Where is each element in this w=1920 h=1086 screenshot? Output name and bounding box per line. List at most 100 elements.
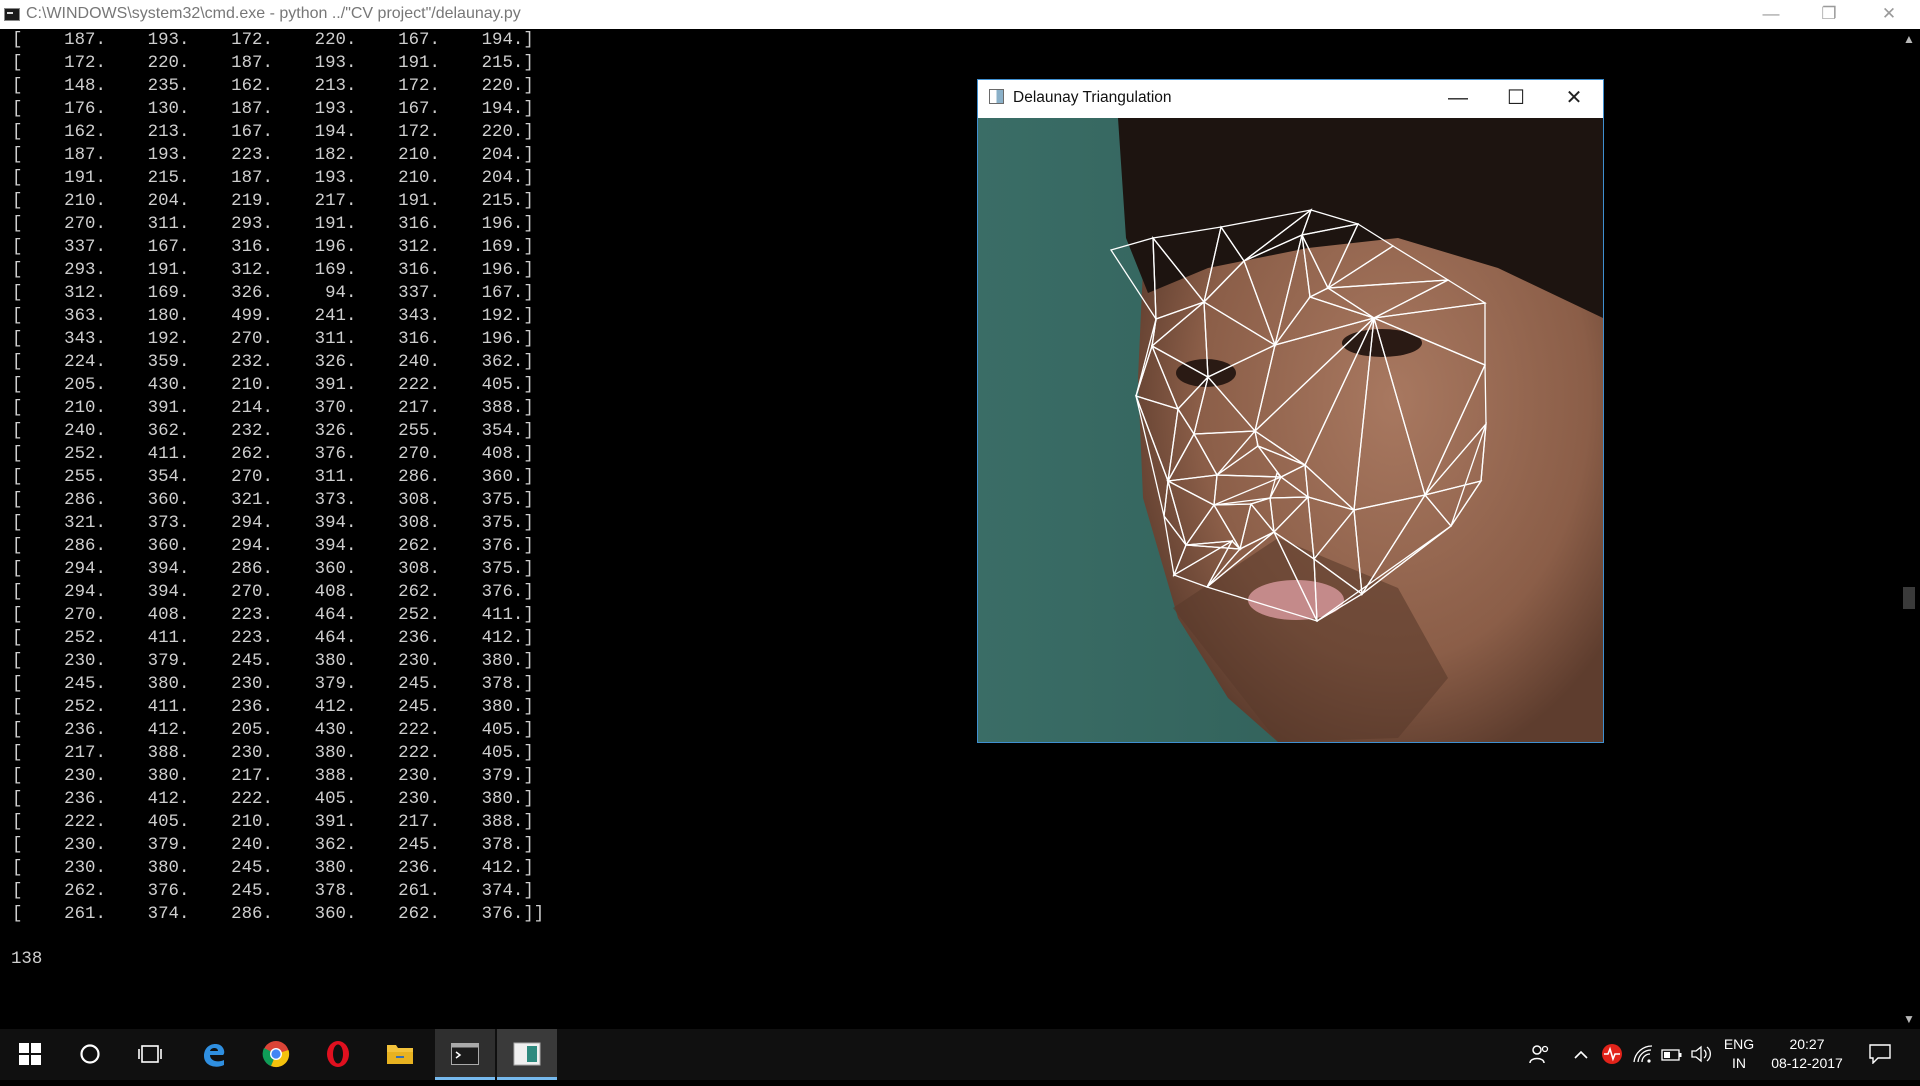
console-title: C:\WINDOWS\system32\cmd.exe - python ../… [26, 5, 521, 22]
console-row: [ 270. 408. 223. 464. 252. 411.] [12, 606, 534, 625]
scroll-thumb[interactable] [1903, 587, 1915, 609]
edge-button[interactable] [184, 1029, 244, 1080]
delaunay-window-title: Delaunay Triangulation [1013, 89, 1172, 106]
console-close-button[interactable]: ✕ [1858, 0, 1920, 29]
console-row: [ 172. 220. 187. 193. 191. 215.] [12, 54, 534, 73]
console-row: [ 337. 167. 316. 196. 312. 169.] [12, 238, 534, 257]
console-row: [ 187. 193. 223. 182. 210. 204.] [12, 146, 534, 165]
console-row: [ 205. 430. 210. 391. 222. 405.] [12, 376, 534, 395]
keyboard-lang: ENG [1723, 1036, 1755, 1052]
console-row: [ 191. 215. 187. 193. 210. 204.] [12, 169, 534, 188]
chevron-up-icon [1574, 1050, 1588, 1059]
windows-logo-icon [19, 1043, 41, 1065]
start-button[interactable] [0, 1029, 60, 1080]
console-row: [ 252. 411. 236. 412. 245. 380.] [12, 698, 534, 717]
input-language-button[interactable]: ENG IN [1716, 1029, 1762, 1080]
console-row: [ 343. 192. 270. 311. 316. 196.] [12, 330, 534, 349]
console-row: [ 224. 359. 232. 326. 240. 362.] [12, 353, 534, 372]
console-row: [ 210. 204. 219. 217. 191. 215.] [12, 192, 534, 211]
console-row: [ 148. 235. 162. 213. 172. 220.] [12, 77, 534, 96]
face-photo [978, 118, 1603, 742]
triangle-count: 138 [11, 950, 43, 969]
clock-button[interactable]: 20:27 08-12-2017 [1764, 1029, 1850, 1080]
console-restore-button[interactable]: ❐ [1800, 0, 1858, 29]
wifi-button[interactable] [1630, 1029, 1656, 1080]
array-output: [ 187. 193. 172. 220. 167. 194.] [ 172. 2… [12, 29, 544, 926]
console-row: [ 286. 360. 294. 394. 262. 376.] [12, 537, 534, 556]
keyboard-region: IN [1732, 1055, 1746, 1071]
cortana-icon [80, 1044, 100, 1064]
console-row: [ 230. 380. 217. 388. 230. 379.] [12, 767, 534, 786]
battery-icon [1661, 1049, 1682, 1061]
people-button[interactable] [1522, 1029, 1556, 1080]
opera-button[interactable] [308, 1029, 368, 1080]
opera-icon [327, 1041, 349, 1067]
edge-icon [204, 1044, 225, 1067]
console-row: [ 236. 412. 205. 430. 222. 405.] [12, 721, 534, 740]
console-row: [ 230. 379. 240. 362. 245. 378.] [12, 836, 534, 855]
console-row: [ 293. 191. 312. 169. 316. 196.] [12, 261, 534, 280]
opencv-window-icon [989, 89, 1004, 104]
console-row: [ 252. 411. 223. 464. 236. 412.] [12, 629, 534, 648]
delaunay-maximize-button[interactable]: ☐ [1487, 80, 1545, 118]
console-row: [ 261. 374. 286. 360. 262. 376.]] [12, 905, 545, 924]
console-row: [ 255. 354. 270. 311. 286. 360.] [12, 468, 534, 487]
clock-date: 08-12-2017 [1771, 1055, 1843, 1071]
taskbar: ENG IN 20:27 08-12-2017 [0, 1029, 1920, 1080]
people-icon [1529, 1045, 1549, 1064]
delaunay-minimize-button[interactable]: — [1429, 80, 1487, 118]
console-row: [ 363. 180. 499. 241. 343. 192.] [12, 307, 534, 326]
chrome-button[interactable] [246, 1029, 306, 1080]
face-image [978, 118, 1603, 742]
opencv-taskbar-button[interactable] [497, 1029, 557, 1080]
console-row: [ 187. 193. 172. 220. 167. 194.] [12, 31, 534, 50]
file-explorer-button[interactable] [370, 1029, 430, 1080]
wifi-icon [1633, 1045, 1653, 1063]
console-row: [ 162. 213. 167. 194. 172. 220.] [12, 123, 534, 142]
file-explorer-icon [387, 1045, 413, 1064]
console-row: [ 252. 411. 262. 376. 270. 408.] [12, 445, 534, 464]
volume-icon [1691, 1045, 1711, 1063]
scroll-down-button[interactable]: ▼ [1898, 1009, 1920, 1029]
console-row: [ 294. 394. 270. 408. 262. 376.] [12, 583, 534, 602]
console-row: [ 286. 360. 321. 373. 308. 375.] [12, 491, 534, 510]
console-row: [ 312. 169. 326. 94. 337. 167.] [12, 284, 534, 303]
chrome-icon [262, 1041, 290, 1068]
console-row: [ 176. 130. 187. 193. 167. 194.] [12, 100, 534, 119]
battery-button[interactable] [1659, 1029, 1685, 1080]
console-output[interactable]: [ 187. 193. 172. 220. 167. 194.] [ 172. 2… [0, 29, 1898, 1029]
console-row: [ 262. 376. 245. 378. 261. 374.] [12, 882, 534, 901]
console-row: [ 240. 362. 232. 326. 255. 354.] [12, 422, 534, 441]
action-center-button[interactable] [1860, 1029, 1900, 1080]
console-scrollbar[interactable]: ▲ ▼ [1898, 29, 1920, 1029]
console-row: [ 236. 412. 222. 405. 230. 380.] [12, 790, 534, 809]
show-hidden-icons-button[interactable] [1570, 1029, 1592, 1080]
notifications-icon [1869, 1044, 1891, 1065]
delaunay-title-bar[interactable]: Delaunay Triangulation — ☐ ✕ [978, 80, 1603, 118]
task-view-button[interactable] [120, 1029, 180, 1080]
delaunay-window[interactable]: Delaunay Triangulation — ☐ ✕ [977, 79, 1604, 743]
volume-button[interactable] [1688, 1029, 1714, 1080]
console-minimize-button[interactable]: — [1742, 0, 1800, 29]
cmd-window-icon [4, 8, 20, 21]
console-title-bar[interactable]: C:\WINDOWS\system32\cmd.exe - python ../… [0, 0, 1920, 29]
console-row: [ 245. 380. 230. 379. 245. 378.] [12, 675, 534, 694]
console-row: [ 230. 380. 245. 380. 236. 412.] [12, 859, 534, 878]
clock-time: 20:27 [1789, 1036, 1825, 1052]
antivirus-tray-button[interactable] [1599, 1029, 1625, 1080]
cortana-button[interactable] [60, 1029, 120, 1080]
scroll-up-button[interactable]: ▲ [1898, 29, 1920, 49]
console-row: [ 230. 379. 245. 380. 230. 380.] [12, 652, 534, 671]
cmd-taskbar-button[interactable] [435, 1029, 495, 1080]
task-view-icon [138, 1045, 162, 1063]
delaunay-close-button[interactable]: ✕ [1545, 80, 1603, 118]
console-row: [ 217. 388. 230. 380. 222. 405.] [12, 744, 534, 763]
antivirus-icon [1602, 1044, 1622, 1064]
console-row: [ 210. 391. 214. 370. 217. 388.] [12, 399, 534, 418]
cmd-icon [451, 1043, 479, 1065]
opencv-window-icon [513, 1042, 541, 1066]
console-row: [ 270. 311. 293. 191. 316. 196.] [12, 215, 534, 234]
console-row: [ 294. 394. 286. 360. 308. 375.] [12, 560, 534, 579]
console-row: [ 222. 405. 210. 391. 217. 388.] [12, 813, 534, 832]
console-row: [ 321. 373. 294. 394. 308. 375.] [12, 514, 534, 533]
